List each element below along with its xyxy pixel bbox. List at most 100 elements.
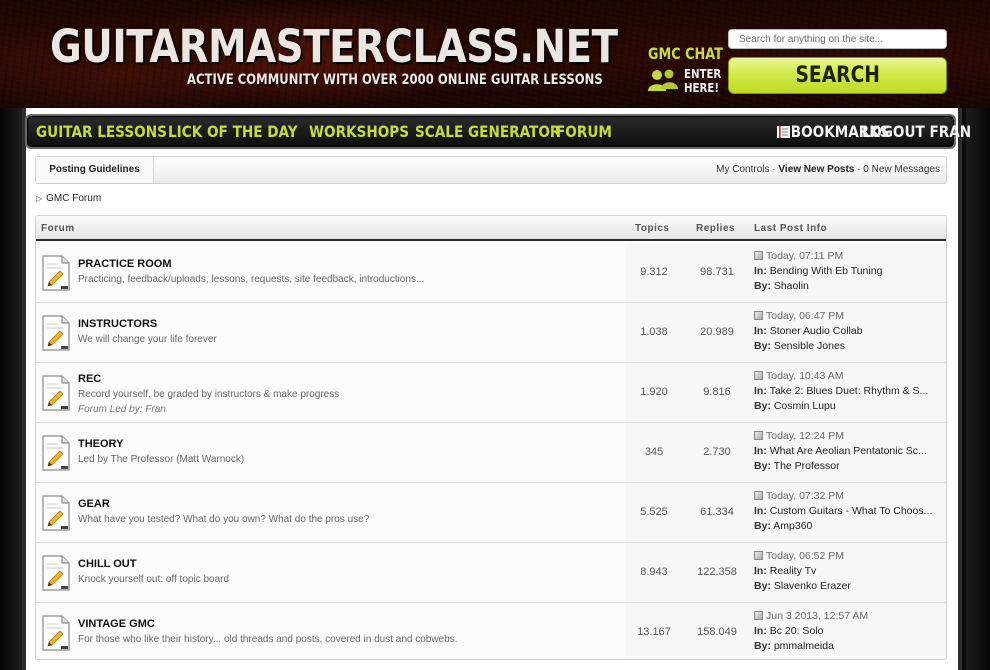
topics-count: 5.525 <box>640 506 668 518</box>
last-post-by-label: By: <box>754 340 771 352</box>
last-post-date: Today, 06:52 PM <box>766 550 845 562</box>
last-post-author-link[interactable]: Slavenko Erazer <box>774 580 851 592</box>
last-post-icon[interactable] <box>754 611 763 620</box>
forum-row: GEAR What have you tested? What do you ow… <box>36 483 946 543</box>
replies-count: 158.049 <box>697 626 737 638</box>
replies-count: 20.989 <box>700 326 734 338</box>
search-input[interactable] <box>728 29 947 49</box>
last-post-info: Jun 3 2013, 12:57 AM In: Bc 20: Solo By: p… <box>754 610 944 655</box>
nav-forum[interactable]: FORUM <box>556 122 612 141</box>
last-post-by-label: By: <box>754 280 771 292</box>
last-post-info: Today, 10:43 AM In: Take 2: Blues Duet: R… <box>754 370 944 415</box>
last-post-info: Today, 12:24 PM In: What Are Aeolian Pent… <box>754 430 944 475</box>
last-post-in-label: In: <box>754 505 767 517</box>
last-post-by-label: By: <box>754 400 771 412</box>
last-post-in-label: In: <box>754 625 767 637</box>
last-post-date: Today, 12:24 PM <box>766 430 845 442</box>
last-post-author-link[interactable]: Amp360 <box>773 520 812 532</box>
last-post-in-label: In: <box>754 445 767 457</box>
last-post-date: Today, 07:32 PM <box>766 490 845 502</box>
forum-row: REC Record yourself, be graded by instruc… <box>36 363 946 423</box>
last-post-author-link[interactable]: The Professor <box>774 460 840 472</box>
replies-count: 9.816 <box>703 386 731 398</box>
nav-logout[interactable]: LOGOUT FRAN <box>862 122 971 141</box>
header-topics: Topics <box>635 223 670 234</box>
last-post-icon[interactable] <box>754 251 763 260</box>
forum-read-icon <box>41 375 71 411</box>
gmc-chat-label[interactable]: GMC CHAT <box>648 44 723 63</box>
last-post-topic-link[interactable]: Bc 20: Solo <box>770 625 824 637</box>
nav-scale-generator[interactable]: SCALE GENERATOR <box>415 122 560 141</box>
forum-title[interactable]: CHILL OUT <box>78 558 136 570</box>
forum-title[interactable]: PRACTICE ROOM <box>78 258 172 270</box>
forum-list: Forum Topics Replies Last Post Info PRAC… <box>35 215 947 660</box>
forum-row-main <box>36 483 625 542</box>
last-post-date: Today, 07:11 PM <box>766 250 844 262</box>
last-post-icon[interactable] <box>754 431 763 440</box>
forum-title[interactable]: GEAR <box>78 498 110 510</box>
last-post-info: Today, 06:52 PM In: Reality Tv By: Slavenk… <box>754 550 944 595</box>
last-post-icon[interactable] <box>754 371 763 380</box>
nav-guitar-lessons[interactable]: GUITAR LESSONS <box>36 122 167 141</box>
replies-count: 98.731 <box>700 266 734 278</box>
forum-read-icon <box>41 555 71 591</box>
last-post-topic-link[interactable]: Take 2: Blues Duet: Rhythm & S... <box>770 385 929 397</box>
site-logo[interactable]: GUITARMASTERCLASS.NET <box>50 20 618 73</box>
last-post-author-link[interactable]: Sensible Jones <box>774 340 845 352</box>
last-post-topic-link[interactable]: Stoner Audio Collab <box>770 325 863 337</box>
last-post-topic-link[interactable]: Bending With Eb Tuning <box>770 265 883 277</box>
forum-description: Record yourself, be graded by instructor… <box>78 389 340 400</box>
forum-description: Knock yourself out: off topic board <box>78 574 230 585</box>
forum-title[interactable]: THEORY <box>78 438 123 450</box>
replies-count: 61.334 <box>700 506 734 518</box>
last-post-author-link[interactable]: Cosmin Lupu <box>774 400 836 412</box>
last-post-date: Today, 06:47 PM <box>766 310 845 322</box>
forum-description: Practicing, feedback/uploads, lessons, r… <box>78 274 425 285</box>
forum-description: For those who like their history... old … <box>78 634 458 645</box>
posting-guidelines-tab[interactable]: Posting Guidelines <box>36 157 154 183</box>
last-post-icon[interactable] <box>754 491 763 500</box>
forum-row: CHILL OUT Knock yourself out: off topic b… <box>36 543 946 603</box>
last-post-in-label: In: <box>754 565 767 577</box>
last-post-by-label: By: <box>754 580 771 592</box>
breadcrumb-gmc-forum[interactable]: GMC Forum <box>46 193 101 204</box>
search-button[interactable]: SEARCH <box>728 57 947 94</box>
forum-list-header: Forum Topics Replies Last Post Info <box>36 216 946 241</box>
forum-title[interactable]: INSTRUCTORS <box>78 318 157 330</box>
last-post-topic-link[interactable]: Custom Guitars - What To Choos... <box>770 505 933 517</box>
header-last-post: Last Post Info <box>754 223 828 234</box>
last-post-info: Today, 07:11 PM In: Bending With Eb Tunin… <box>754 250 944 295</box>
last-post-author-link[interactable]: pmmalmeida <box>774 640 834 652</box>
forum-title[interactable]: REC <box>78 373 101 385</box>
last-post-icon[interactable] <box>754 551 763 560</box>
last-post-author-link[interactable]: Shaolin <box>774 280 809 292</box>
last-post-info: Today, 06:47 PM In: Stoner Audio Collab By… <box>754 310 944 355</box>
last-post-topic-link[interactable]: What Are Aeolian Pentatonic Sc... <box>770 445 927 457</box>
topics-count: 13.167 <box>637 626 671 638</box>
nav-lick-of-the-day[interactable]: LICK OF THE DAY <box>168 122 298 141</box>
forum-description: What have you tested? What do you own? W… <box>78 514 370 525</box>
forum-row: THEORY Led by The Professor (Matt Warnock… <box>36 423 946 483</box>
users-icon[interactable] <box>648 68 678 92</box>
nav-workshops[interactable]: WORKSHOPS <box>309 122 409 141</box>
page-side-right <box>966 108 990 670</box>
topics-count: 8.943 <box>640 566 668 578</box>
header-replies: Replies <box>696 223 736 234</box>
last-post-in-label: In: <box>754 325 767 337</box>
forum-title[interactable]: VINTAGE GMC <box>78 618 155 630</box>
forum-led-by: Forum Led by: Fran <box>78 404 166 415</box>
topics-count: 1.920 <box>640 386 668 398</box>
forum-row-main <box>36 243 625 302</box>
chat-enter-line2: HERE! <box>684 81 719 95</box>
new-messages-link[interactable]: 0 New Messages <box>863 164 940 175</box>
last-post-by-label: By: <box>754 520 771 532</box>
main-navigation: GUITAR LESSONS LICK OF THE DAY WORKSHOPS… <box>27 116 971 147</box>
forum-row-main <box>36 603 625 659</box>
view-new-posts-link[interactable]: View New Posts <box>778 164 854 175</box>
chat-enter-link[interactable]: ENTER HERE! <box>684 67 721 95</box>
breadcrumb-arrow-icon: ▷ <box>36 194 43 203</box>
header-forum: Forum <box>41 223 75 234</box>
last-post-topic-link[interactable]: Reality Tv <box>770 565 817 577</box>
last-post-icon[interactable] <box>754 311 763 320</box>
my-controls-link[interactable]: My Controls <box>716 164 769 175</box>
